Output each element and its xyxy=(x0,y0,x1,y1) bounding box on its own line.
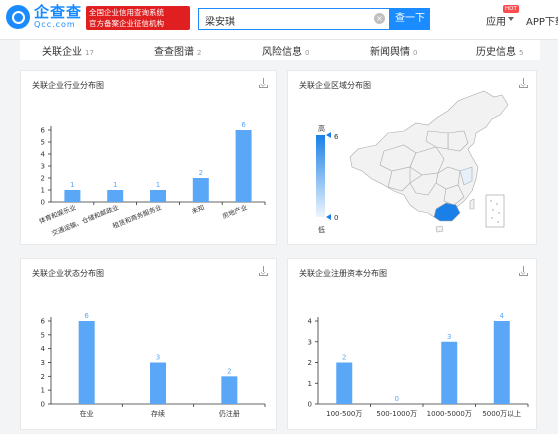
bar xyxy=(441,341,458,404)
y-tick-label: 1 xyxy=(41,387,45,395)
hot-badge: HOT xyxy=(503,5,519,13)
y-tick-label: 3 xyxy=(308,338,312,346)
y-tick-label: 1 xyxy=(41,187,45,195)
y-tick-label: 3 xyxy=(41,163,45,171)
x-tick-label: 500-1000万 xyxy=(376,410,417,418)
x-tick-label: 未知 xyxy=(190,203,205,216)
logo[interactable]: 企查查 Qcc.com xyxy=(6,4,82,30)
capital-bar-chart: 0 1 2 3 4 2 100-500万 0 500-1000万 3 1000-5000万 4 5000… xyxy=(308,312,529,418)
data-label: 1 xyxy=(70,181,74,189)
industry-chart-panel: 关联企业行业分布图 0 1 2 3 4 5 6 1 体育和娱乐业 1 交通运输、仓储和邮政业 1 租赁和… xyxy=(20,70,277,245)
y-tick-label: 0 xyxy=(41,401,45,409)
legend-low-label: 低 xyxy=(318,225,325,234)
badge-line-1: 全国企业信用查询系统 xyxy=(89,8,164,17)
certification-badge[interactable]: 全国企业信用查询系统 官方备案企业征信机构 xyxy=(86,6,190,30)
y-tick-label: 0 xyxy=(308,401,312,409)
y-tick-label: 2 xyxy=(41,175,45,183)
bar xyxy=(235,130,252,202)
y-tick-label: 5 xyxy=(41,331,45,339)
tab-news[interactable]: 新闻舆情 0 xyxy=(370,43,417,58)
bar xyxy=(336,362,353,404)
logo-icon xyxy=(6,5,30,29)
data-label: 6 xyxy=(241,121,246,129)
bar xyxy=(150,362,166,404)
logo-domain: Qcc.com xyxy=(34,20,76,29)
y-tick-label: 6 xyxy=(41,127,46,135)
data-label: 4 xyxy=(500,312,505,320)
chevron-down-icon xyxy=(508,17,514,21)
x-tick-label: 在业 xyxy=(80,409,94,418)
bar xyxy=(221,376,238,404)
bar xyxy=(64,190,81,202)
data-label: 6 xyxy=(84,312,89,320)
y-tick-label: 1 xyxy=(308,380,312,388)
data-label: 1 xyxy=(113,181,117,189)
bar xyxy=(78,321,95,404)
badge-line-2: 官方备案企业征信机构 xyxy=(89,19,164,28)
nav-app-download[interactable]: APP下载 xyxy=(526,13,558,28)
y-tick-label: 2 xyxy=(41,373,45,381)
bar xyxy=(150,190,166,202)
data-label: 3 xyxy=(156,354,160,362)
bar xyxy=(192,178,209,202)
clear-search-icon[interactable]: × xyxy=(374,13,385,24)
legend-max-value: 6 xyxy=(334,133,339,141)
nav-app-menu[interactable]: 应用 xyxy=(486,13,506,28)
y-tick-label: 4 xyxy=(41,151,46,159)
tab-related-companies[interactable]: 关联企业 17 xyxy=(42,43,94,58)
data-label: 3 xyxy=(447,333,451,341)
tab-graph[interactable]: 查查图谱 2 xyxy=(154,43,201,58)
y-tick-label: 2 xyxy=(308,359,312,367)
data-label: 2 xyxy=(227,367,231,375)
section-tabs: 关联企业 17 查查图谱 2 风险信息 0 新闻舆情 0 历史信息 5 xyxy=(20,40,540,60)
status-bar-chart: 0 1 2 3 4 5 6 6 在业 3 存续 2 仍注册 xyxy=(41,312,266,418)
legend-high-label: 高 xyxy=(318,124,325,133)
capital-chart-panel: 关联企业注册资本分布图 0 1 2 3 4 2 100-500万 0 500-1000万 3 100… xyxy=(287,258,537,430)
y-tick-label: 4 xyxy=(308,318,313,326)
south-china-sea-inset xyxy=(485,194,505,228)
y-tick-label: 6 xyxy=(41,318,46,326)
industry-bar-chart: 01234561体育和娱乐业1交通运输、仓储和邮政业1租赁和商务服务业2未知6房… xyxy=(38,121,266,238)
bar xyxy=(107,190,124,202)
x-tick-label: 5000万以上 xyxy=(482,409,521,418)
legend-handle-icon[interactable] xyxy=(326,132,331,138)
top-bar: 企查查 Qcc.com 全国企业信用查询系统 官方备案企业征信机构 梁安琪 × … xyxy=(0,0,558,40)
search-input[interactable]: 梁安琪 xyxy=(198,8,390,30)
logo-title: 企查查 xyxy=(34,3,83,21)
x-tick-label: 房地产业 xyxy=(221,202,249,220)
status-chart-panel: 关联企业状态分布图 0 1 2 3 4 5 6 6 在业 3 存续 2 仍注册 xyxy=(20,258,277,430)
x-tick-label: 交通运输、仓储和邮政业 xyxy=(50,202,120,237)
y-tick-label: 3 xyxy=(41,359,45,367)
data-label: 0 xyxy=(395,395,399,403)
data-label: 2 xyxy=(342,354,346,362)
data-label: 2 xyxy=(199,169,203,177)
legend-gradient xyxy=(316,135,325,217)
tab-history[interactable]: 历史信息 5 xyxy=(476,43,523,58)
bar xyxy=(493,321,510,404)
x-tick-label: 租赁和商务服务业 xyxy=(111,202,163,230)
data-label: 1 xyxy=(156,181,160,189)
y-tick-label: 5 xyxy=(41,139,45,147)
y-tick-label: 0 xyxy=(41,199,45,207)
region-map: 高 6 低 0 xyxy=(316,90,509,234)
x-tick-label: 仍注册 xyxy=(219,409,240,418)
y-tick-label: 4 xyxy=(41,345,46,353)
legend-min-value: 0 xyxy=(334,214,338,222)
search-button[interactable]: 查一下 xyxy=(390,8,430,30)
region-chart-panel: 关联企业区域分布图 高 6 低 0 xyxy=(287,70,537,245)
x-tick-label: 存续 xyxy=(151,409,165,418)
china-map[interactable] xyxy=(349,90,509,218)
tab-risk-info[interactable]: 风险信息 0 xyxy=(262,43,309,58)
x-tick-label: 100-500万 xyxy=(326,410,362,418)
x-tick-label: 1000-5000万 xyxy=(427,410,472,418)
